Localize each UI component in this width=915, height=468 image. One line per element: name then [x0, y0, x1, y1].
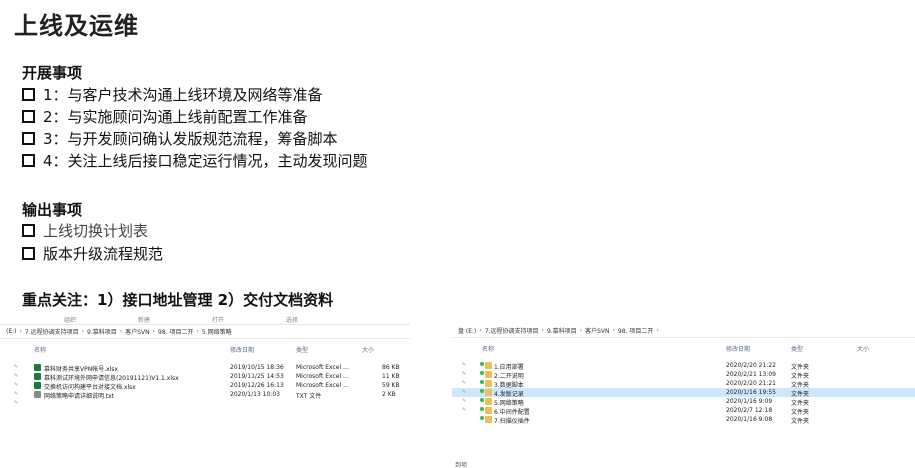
col-name[interactable]: 名称: [482, 344, 494, 353]
folder-icon: [485, 416, 492, 423]
pin-icon: ✎: [14, 382, 19, 388]
focus-line: 重点关注：1）接口地址管理 2）交付文档资料: [22, 291, 334, 309]
col-size[interactable]: 大小: [362, 345, 374, 354]
breadcrumb-item[interactable]: 98. 项目二开: [158, 327, 193, 336]
file-row[interactable]: ✎ 慕科财务共享VPN帐号.xlsx 2019/10/15 18:36 Micr…: [0, 363, 410, 373]
output-item-1: 上线切换计划表: [22, 220, 148, 241]
breadcrumb[interactable]: 盘 (E:) › 7.远程协调支持项目 › 9.慕科项目 › 客户SVN › 98. 项…: [452, 324, 915, 338]
folder-row[interactable]: ✎ 1.应用部署 2020/2/20 21:22 文件夹: [452, 361, 915, 371]
file-row[interactable]: ✎ 交换机访问构建平台对接文档.xlsx 2019/12/26 16:13 Mi…: [0, 381, 410, 391]
pin-icon: ✎: [462, 362, 467, 368]
col-size[interactable]: 大小: [857, 344, 869, 353]
empty-row: ✎: [0, 399, 410, 408]
folder-icon: [485, 371, 492, 378]
breadcrumb-item[interactable]: 盘 (E:): [458, 326, 476, 335]
pin-icon: ✎: [14, 373, 19, 379]
breadcrumb-item[interactable]: 7.远程协调支持项目: [25, 327, 79, 336]
folder-row[interactable]: 7.扫描仪插件 2020/1/16 9:08 文件夹: [452, 415, 915, 425]
checkbox-icon: [22, 154, 35, 167]
tasks-heading: 开展事项: [22, 64, 83, 82]
excel-file-icon: [34, 364, 41, 371]
col-date[interactable]: 修改日期: [726, 344, 750, 353]
ribbon-select[interactable]: 选择: [286, 315, 298, 324]
breadcrumb-item[interactable]: 9.慕科项目: [547, 326, 577, 335]
pin-icon: ✎: [462, 407, 467, 413]
col-type[interactable]: 类型: [791, 344, 803, 353]
ribbon: 组织 新建 打开 选择: [0, 315, 410, 325]
breadcrumb-item[interactable]: 客户SVN: [585, 326, 609, 335]
folder-icon: [485, 362, 492, 369]
ribbon-open[interactable]: 打开: [212, 315, 224, 324]
checkbox-icon: [22, 110, 35, 123]
sync-ok-icon: [480, 389, 484, 393]
sync-ok-icon: [480, 371, 484, 375]
sync-ok-icon: [480, 398, 484, 402]
excel-file-icon: [34, 382, 41, 389]
pin-icon: ✎: [14, 391, 19, 397]
pin-icon: ✎: [462, 389, 467, 395]
sync-ok-icon: [480, 407, 484, 411]
checkbox-icon: [22, 88, 35, 101]
pin-icon: ✎: [462, 380, 467, 386]
folder-icon: [485, 398, 492, 405]
excel-file-icon: [34, 373, 41, 380]
task-item-2: 2：与实施顾问沟通上线前配置工作准备: [22, 106, 308, 127]
col-type[interactable]: 类型: [296, 345, 308, 354]
sync-ok-icon: [480, 362, 484, 366]
sync-ok-icon: [480, 416, 484, 420]
col-name[interactable]: 名称: [34, 345, 46, 354]
explorer-left: 组织 新建 打开 选择 (E:) › 7.远程协调支持项目 › 9.慕科项目 › 客户…: [0, 315, 410, 468]
pin-icon: ✎: [14, 400, 19, 406]
file-row[interactable]: ✎ 网络策略申请详细说明.txt 2020/1/13 10:03 TXT 文件 …: [0, 390, 410, 400]
task-item-1: 1：与客户技术沟通上线环境及网络等准备: [22, 84, 323, 105]
output-item-2: 版本升级流程规范: [22, 243, 163, 264]
breadcrumb-item[interactable]: (E:): [6, 328, 17, 335]
folder-icon: [485, 389, 492, 396]
outputs-heading: 输出事项: [22, 201, 83, 219]
pin-icon: ✎: [462, 371, 467, 377]
file-row[interactable]: ✎ 慕科测试环境外网申请信息(20191121)V1.1.xlsx 2019/1…: [0, 372, 410, 382]
folder-row-selected[interactable]: ✎ 4.发版记录 2020/1/16 19:55 文件夹: [452, 388, 915, 398]
explorer-right: 盘 (E:) › 7.远程协调支持项目 › 9.慕科项目 › 客户SVN › 98. 项…: [452, 315, 915, 468]
breadcrumb[interactable]: (E:) › 7.远程协调支持项目 › 9.慕科项目 › 客户SVN › 98. 项目二…: [0, 325, 410, 339]
breadcrumb-item[interactable]: 7.远程协调支持项目: [485, 326, 539, 335]
folder-icon: [485, 407, 492, 414]
task-item-3: 3：与开发顾问确认发版规范流程，筹备脚本: [22, 128, 338, 149]
breadcrumb-item[interactable]: 5.网络策略: [202, 327, 232, 336]
sync-ok-icon: [480, 380, 484, 384]
text-file-icon: [34, 391, 41, 398]
column-headers: 名称 修改日期 类型 大小: [452, 338, 915, 353]
ribbon-organize[interactable]: 组织: [64, 315, 76, 324]
col-date[interactable]: 修改日期: [230, 345, 254, 354]
folder-icon: [485, 380, 492, 387]
checkbox-icon: [22, 224, 35, 237]
page-title: 上线及运维: [14, 12, 139, 40]
breadcrumb-item[interactable]: 客户SVN: [125, 327, 149, 336]
ribbon-new[interactable]: 新建: [138, 315, 150, 324]
folder-row[interactable]: ✎ 6.中间件配置 2020/2/7 12:18 文件夹: [452, 406, 915, 416]
column-headers: 名称 修改日期 类型 大小: [0, 339, 410, 354]
status-bar-text: 到项: [455, 462, 468, 468]
checkbox-icon: [22, 132, 35, 145]
breadcrumb-item[interactable]: 9.慕科项目: [87, 327, 117, 336]
pin-icon: ✎: [462, 398, 467, 404]
pin-icon: ✎: [14, 364, 19, 370]
task-item-4: 4：关注上线后接口稳定运行情况，主动发现问题: [22, 150, 368, 171]
checkbox-icon: [22, 247, 35, 260]
folder-row[interactable]: ✎ 2.二开说明 2020/2/21 13:09 文件夹: [452, 370, 915, 380]
folder-row[interactable]: ✎ 3.数据脚本 2020/2/20 21:21 文件夹: [452, 379, 915, 389]
breadcrumb-item[interactable]: 98. 项目二开: [618, 326, 653, 335]
folder-row[interactable]: ✎ 5.网络策略 2020/1/16 9:09 文件夹: [452, 397, 915, 407]
